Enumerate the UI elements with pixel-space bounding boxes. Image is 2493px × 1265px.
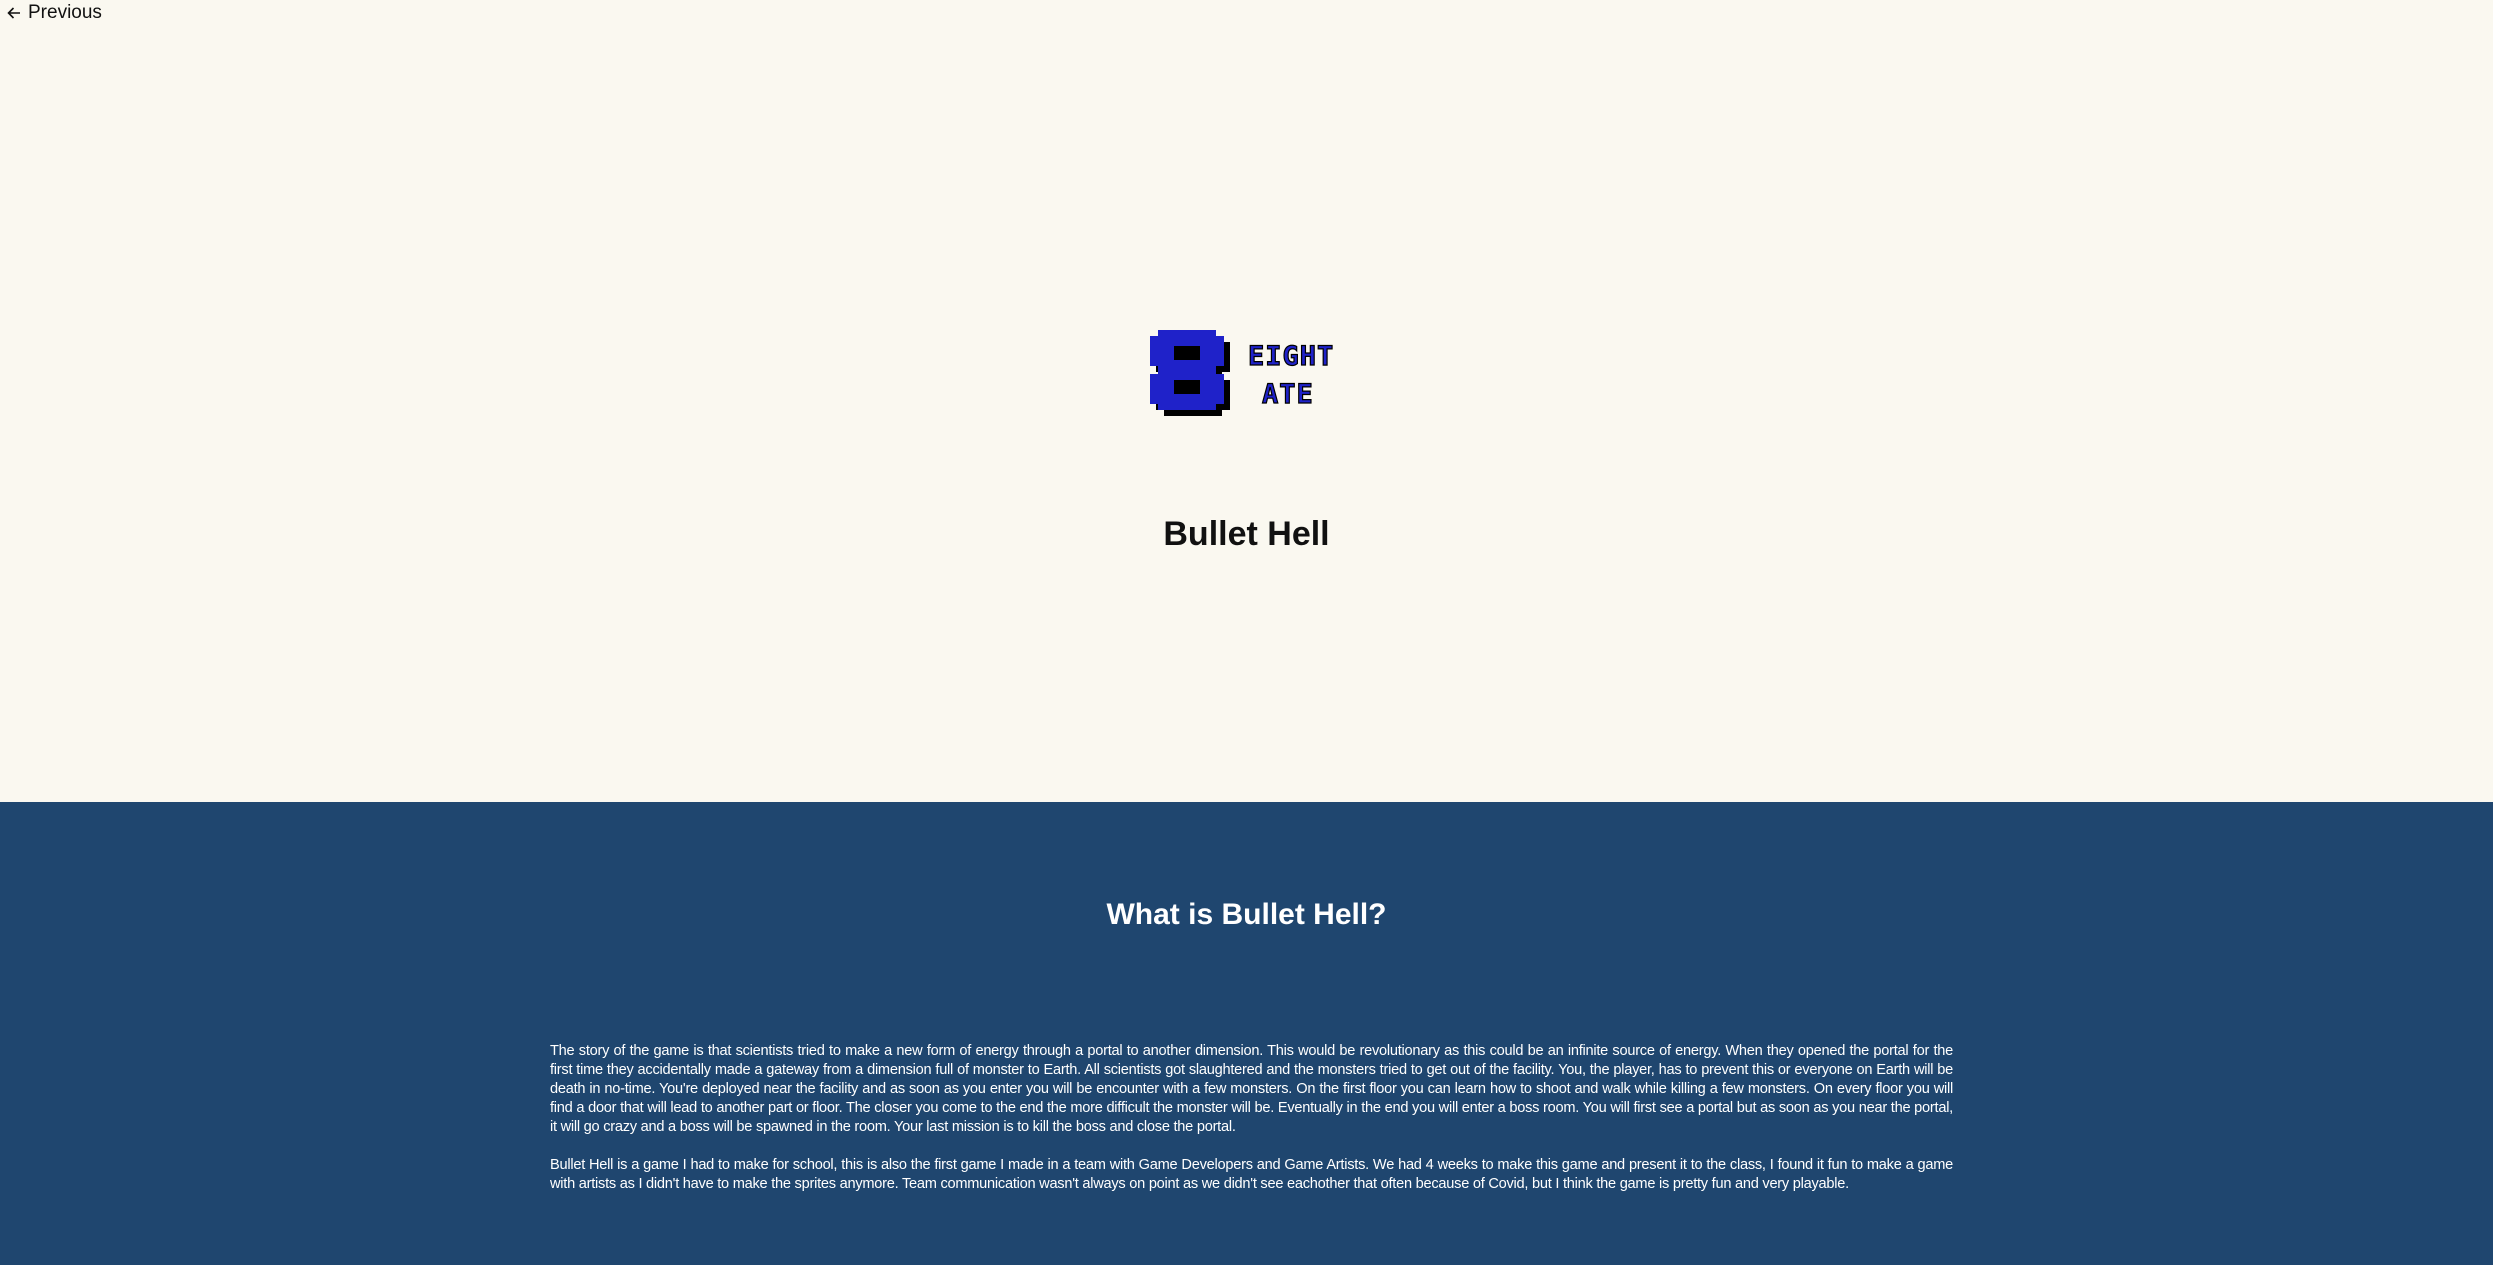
about-heading: What is Bullet Hell? [1106,898,1387,931]
arrow-left-icon [7,7,20,19]
hero-section: Previous EIGHT ATE Bullet Hell [0,0,2493,802]
logo-line1: EIGHT [1248,341,1334,372]
project-title: Bullet Hell [1163,515,1330,553]
previous-link[interactable]: Previous [6,0,102,26]
previous-label: Previous [28,2,102,23]
logo-line2: ATE [1262,379,1314,410]
project-paragraph: Bullet Hell is a game I had to make for … [550,1157,1953,1192]
about-body: The story of the game is that scientists… [550,1042,1953,1213]
about-section: What is Bullet Hell? The story of the ga… [0,802,2493,1265]
eight-ate-logo: EIGHT ATE [1150,330,1334,416]
story-paragraph: The story of the game is that scientists… [550,1043,1953,1135]
